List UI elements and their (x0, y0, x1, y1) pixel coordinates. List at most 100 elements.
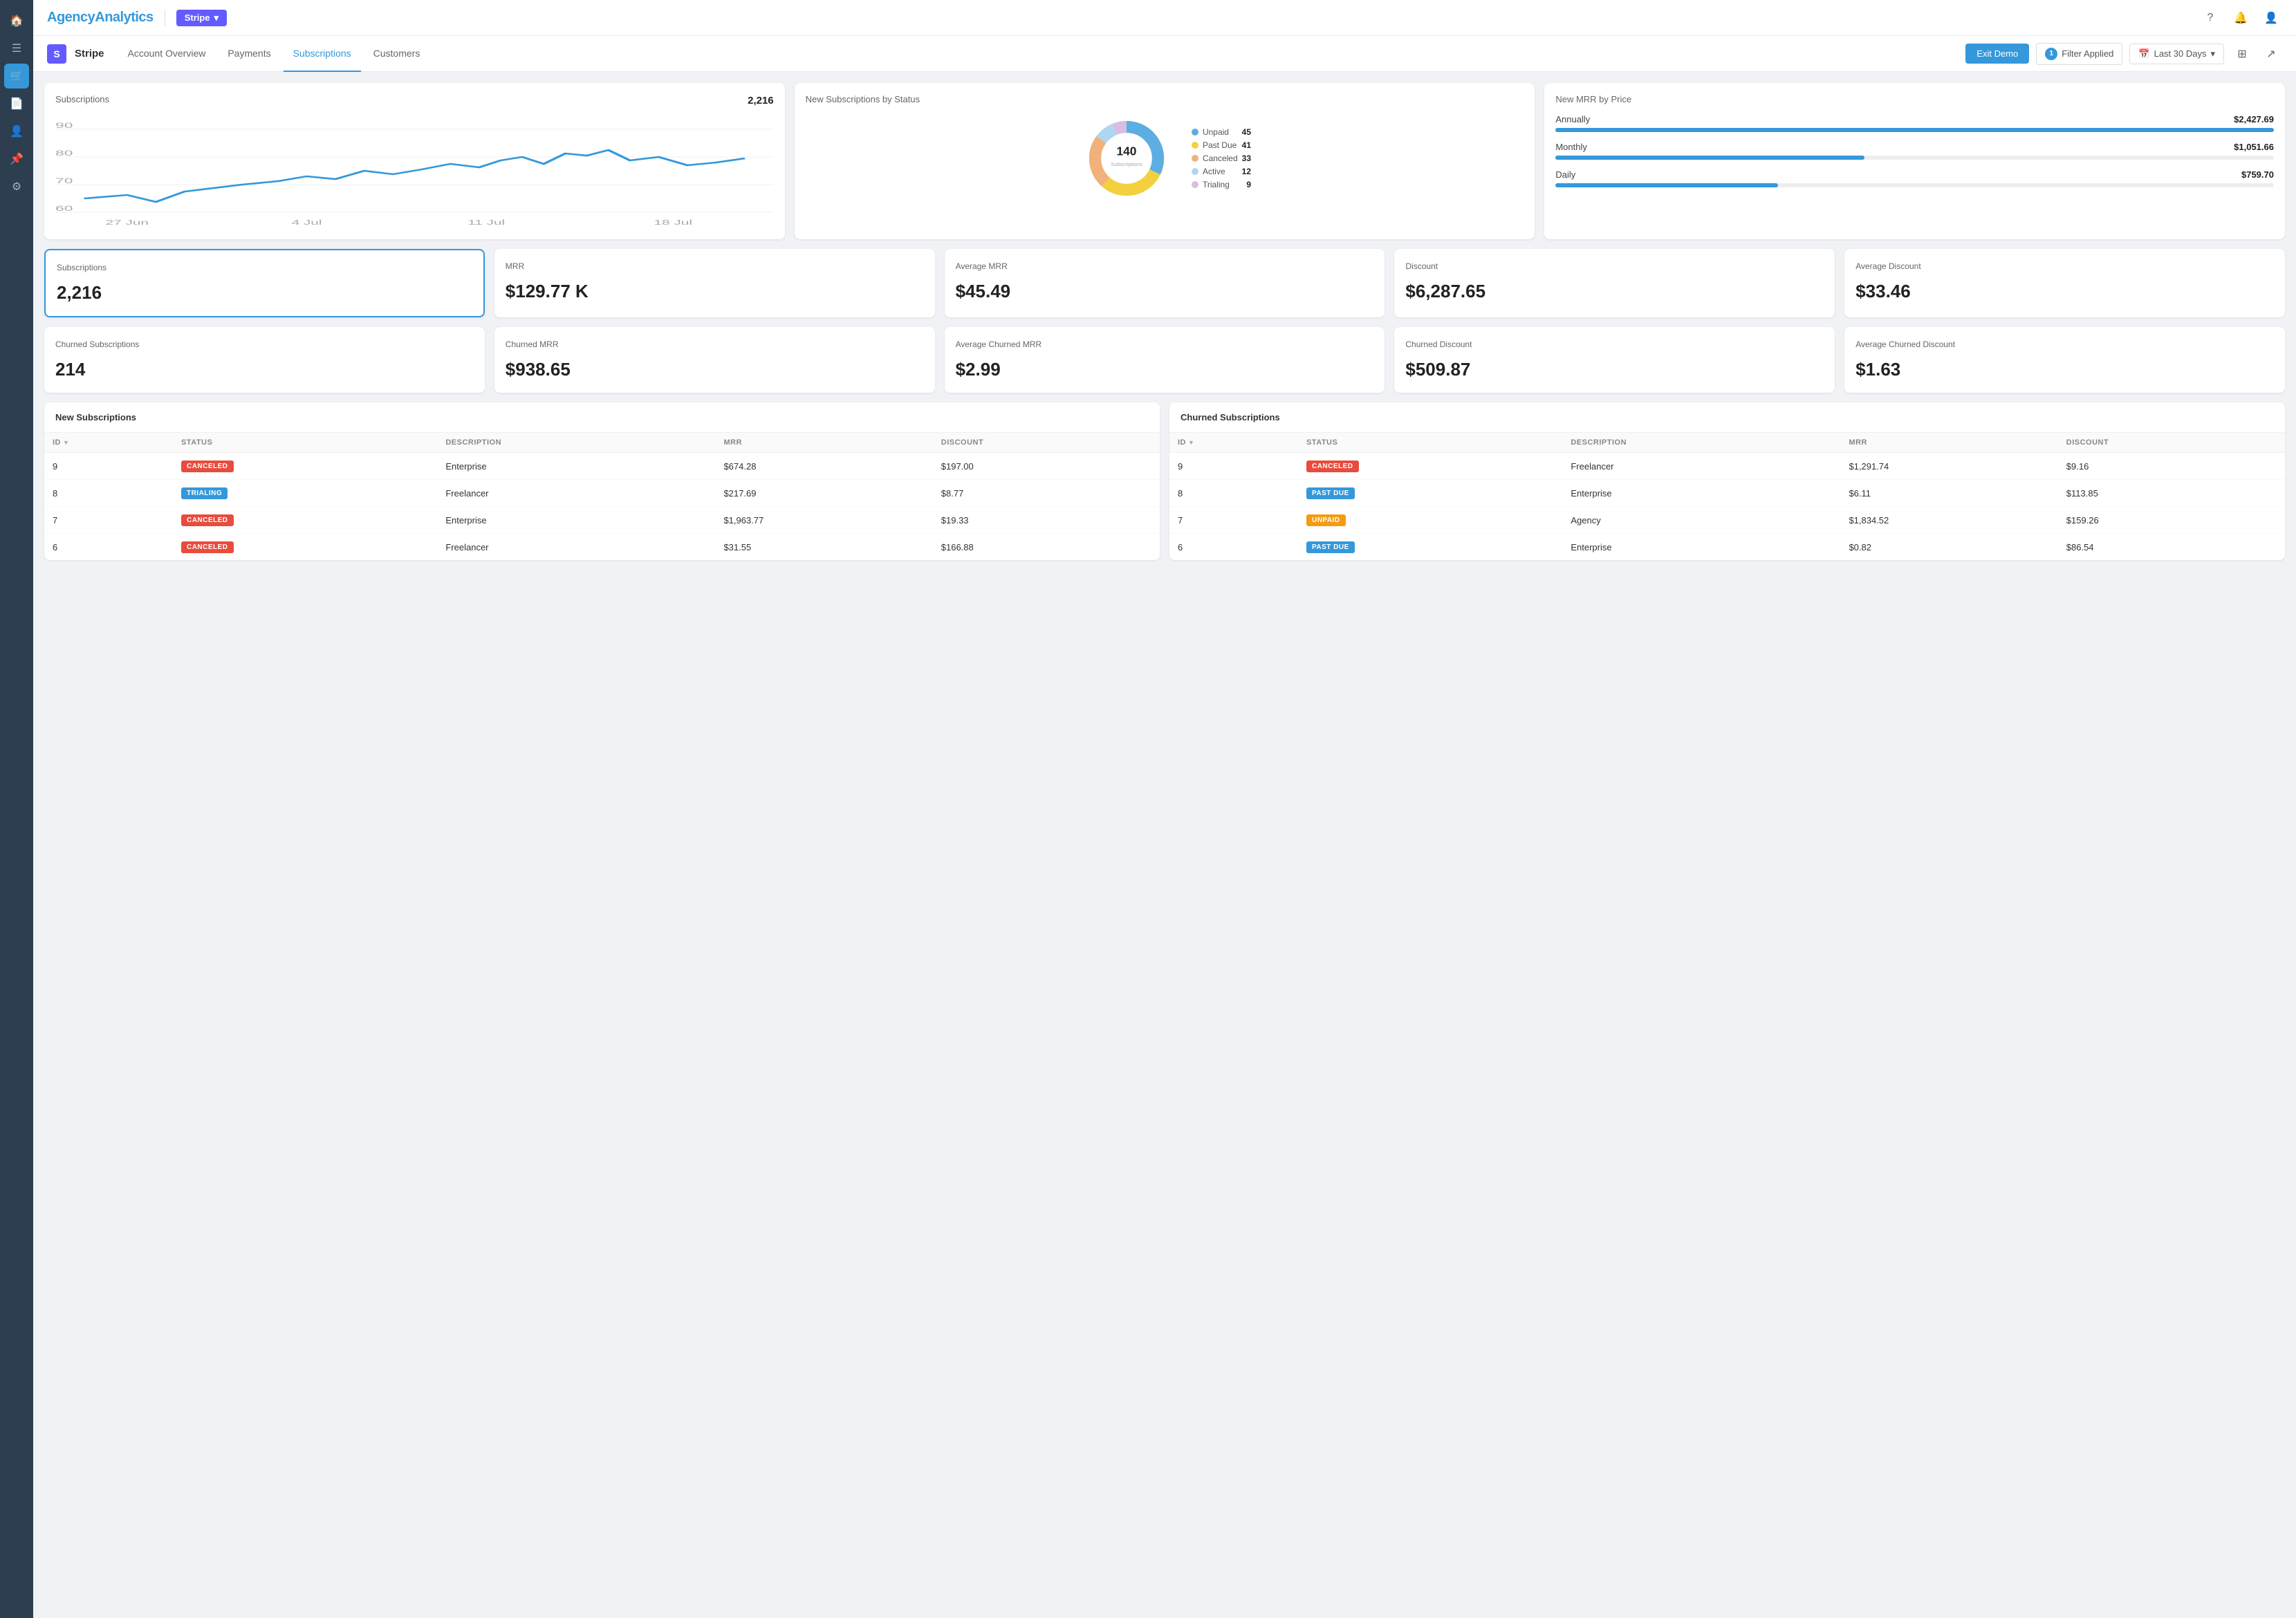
table-row[interactable]: 7 CANCELED Enterprise $1,963.77 $19.33 (44, 507, 1160, 534)
share-icon[interactable]: ↗ (2260, 43, 2282, 65)
metric-avg-discount-label: Average Discount (1855, 261, 2274, 271)
date-range-label: Last 30 Days (2154, 48, 2207, 59)
svg-text:4 Jul: 4 Jul (292, 218, 322, 226)
metric-churned-subs[interactable]: Churned Subscriptions 214 (44, 327, 485, 393)
mrr-annually-value: $2,427.69 (2234, 114, 2274, 124)
legend-val-trialing: 9 (1246, 180, 1251, 189)
metric-avg-churned-discount-label: Average Churned Discount (1855, 340, 2274, 349)
user-avatar[interactable]: 👤 (2260, 7, 2282, 29)
platform-badge[interactable]: Stripe ▾ (176, 10, 227, 26)
mrr-items: Annually $2,427.69 Monthly $1,051.66 (1555, 114, 2274, 187)
new-mrr-price-card: New MRR by Price Annually $2,427.69 (1544, 83, 2285, 239)
new-subscriptions-table-title: New Subscriptions (44, 402, 1160, 433)
legend-val-active: 12 (1242, 167, 1251, 176)
sub-nav: S Stripe Account Overview Payments Subsc… (33, 36, 2296, 72)
cell-discount: $159.26 (2058, 507, 2285, 534)
metric-subscriptions-value: 2,216 (57, 282, 472, 304)
donut-wrapper: 140 Subscriptions (1078, 110, 1175, 207)
metric-churned-subs-value: 214 (55, 359, 474, 380)
filter-button[interactable]: 1 Filter Applied (2036, 43, 2122, 65)
tab-customers[interactable]: Customers (364, 36, 430, 72)
tab-payments[interactable]: Payments (218, 36, 280, 72)
mrr-daily-bar (1555, 183, 1778, 187)
metric-churned-mrr[interactable]: Churned MRR $938.65 (494, 327, 935, 393)
metric-discount[interactable]: Discount $6,287.65 (1394, 249, 1835, 317)
cell-id: 8 (1169, 480, 1298, 507)
table-row[interactable]: 6 CANCELED Freelancer $31.55 $166.88 (44, 534, 1160, 561)
th-discount-churned: DISCOUNT (2058, 433, 2285, 453)
metrics-bottom-row: Churned Subscriptions 214 Churned MRR $9… (44, 327, 2285, 393)
legend-label-past-due: Past Due (1203, 140, 1238, 150)
th-id-new[interactable]: ID▼ (44, 433, 173, 453)
status-badge: PAST DUE (1306, 541, 1355, 553)
table-row[interactable]: 8 PAST DUE Enterprise $6.11 $113.85 (1169, 480, 2285, 507)
cell-id: 7 (44, 507, 173, 534)
table-row[interactable]: 8 TRIALING Freelancer $217.69 $8.77 (44, 480, 1160, 507)
sidebar-settings-icon[interactable]: ⚙ (4, 174, 29, 199)
table-row[interactable]: 9 CANCELED Enterprise $674.28 $197.00 (44, 453, 1160, 480)
notifications-icon[interactable]: 🔔 (2230, 7, 2252, 29)
metric-avg-churned-discount[interactable]: Average Churned Discount $1.63 (1844, 327, 2285, 393)
metric-avg-mrr[interactable]: Average MRR $45.49 (945, 249, 1385, 317)
legend-dot-unpaid (1192, 129, 1198, 136)
line-chart-area: 90 80 70 60 27 Jun 4 Jul 11 Jul 18 Jul (55, 115, 774, 228)
table-row[interactable]: 7 UNPAID Agency $1,834.52 $159.26 (1169, 507, 2285, 534)
line-chart-svg: 90 80 70 60 27 Jun 4 Jul 11 Jul 18 Jul (55, 115, 774, 226)
legend-label-active: Active (1203, 167, 1238, 176)
cell-description: Freelancer (1562, 453, 1840, 480)
tab-account-overview[interactable]: Account Overview (118, 36, 216, 72)
cell-discount: $86.54 (2058, 534, 2285, 561)
cell-mrr: $31.55 (715, 534, 932, 561)
cell-id: 9 (1169, 453, 1298, 480)
sidebar-menu-icon[interactable]: ☰ (4, 36, 29, 61)
sidebar-pin-icon[interactable]: 📌 (4, 147, 29, 171)
cell-mrr: $1,963.77 (715, 507, 932, 534)
metric-churned-mrr-label: Churned MRR (506, 340, 924, 349)
help-icon[interactable]: ? (2199, 7, 2221, 29)
metric-discount-value: $6,287.65 (1405, 281, 1824, 302)
exit-demo-button[interactable]: Exit Demo (1965, 44, 2029, 64)
legend-unpaid: Unpaid 45 (1192, 127, 1251, 137)
cell-description: Freelancer (437, 480, 715, 507)
cell-mrr: $674.28 (715, 453, 932, 480)
tab-subscriptions[interactable]: Subscriptions (284, 36, 361, 72)
main-area: AgencyAnalytics Stripe ▾ ? 🔔 👤 S Stripe … (33, 0, 2296, 1618)
metric-avg-discount[interactable]: Average Discount $33.46 (1844, 249, 2285, 317)
donut-chart-title: New Subscriptions by Status (806, 94, 1524, 104)
columns-icon[interactable]: ⊞ (2231, 43, 2253, 65)
svg-text:60: 60 (55, 204, 73, 212)
mrr-item-annually: Annually $2,427.69 (1555, 114, 2274, 132)
metric-churned-discount[interactable]: Churned Discount $509.87 (1394, 327, 1835, 393)
cell-description: Freelancer (437, 534, 715, 561)
sidebar-doc-icon[interactable]: 📄 (4, 91, 29, 116)
cell-discount: $8.77 (933, 480, 1160, 507)
cell-description: Enterprise (437, 453, 715, 480)
mrr-daily-value: $759.70 (2241, 169, 2274, 180)
mrr-item-daily: Daily $759.70 (1555, 169, 2274, 187)
metric-subscriptions[interactable]: Subscriptions 2,216 (44, 249, 485, 317)
cell-status: PAST DUE (1298, 534, 1562, 561)
metric-avg-churned-mrr[interactable]: Average Churned MRR $2.99 (945, 327, 1385, 393)
cell-id: 9 (44, 453, 173, 480)
sidebar-cart-icon[interactable]: 🛒 (4, 64, 29, 89)
sidebar-user-icon[interactable]: 👤 (4, 119, 29, 144)
metric-churned-mrr-value: $938.65 (506, 359, 924, 380)
cell-status: CANCELED (1298, 453, 1562, 480)
th-id-churned[interactable]: ID▼ (1169, 433, 1298, 453)
table-row[interactable]: 6 PAST DUE Enterprise $0.82 $86.54 (1169, 534, 2285, 561)
svg-text:Subscriptions: Subscriptions (1111, 161, 1142, 167)
status-badge: TRIALING (181, 487, 228, 499)
date-range-button[interactable]: 📅 Last 30 Days ▾ (2129, 44, 2224, 64)
left-sidebar: 🏠 ☰ 🛒 📄 👤 📌 ⚙ (0, 0, 33, 1618)
metric-avg-churned-mrr-value: $2.99 (956, 359, 1374, 380)
svg-text:11 Jul: 11 Jul (467, 218, 505, 226)
sidebar-home-icon[interactable]: 🏠 (4, 8, 29, 33)
new-subscriptions-table: ID▼ STATUS DESCRIPTION MRR DISCOUNT 9 CA… (44, 433, 1160, 560)
mrr-monthly-bar (1555, 156, 1864, 160)
donut-legend: Unpaid 45 Past Due 41 Canceled 33 (1192, 127, 1251, 189)
status-badge: CANCELED (181, 461, 234, 472)
status-badge: PAST DUE (1306, 487, 1355, 499)
table-row[interactable]: 9 CANCELED Freelancer $1,291.74 $9.16 (1169, 453, 2285, 480)
filter-label: Filter Applied (2062, 48, 2113, 59)
metric-mrr[interactable]: MRR $129.77 K (494, 249, 935, 317)
